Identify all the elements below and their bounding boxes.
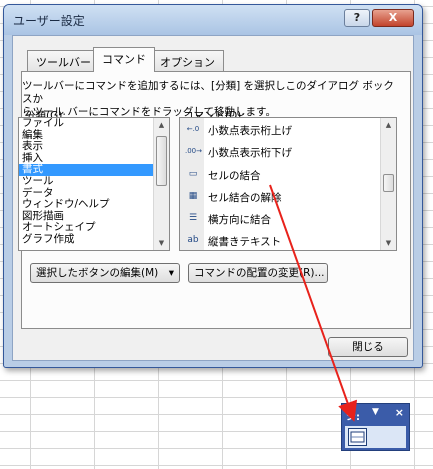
drag-arrow-line — [269, 184, 358, 422]
tab-commands[interactable]: コマンド — [93, 47, 155, 72]
drag-arrow — [269, 184, 358, 422]
